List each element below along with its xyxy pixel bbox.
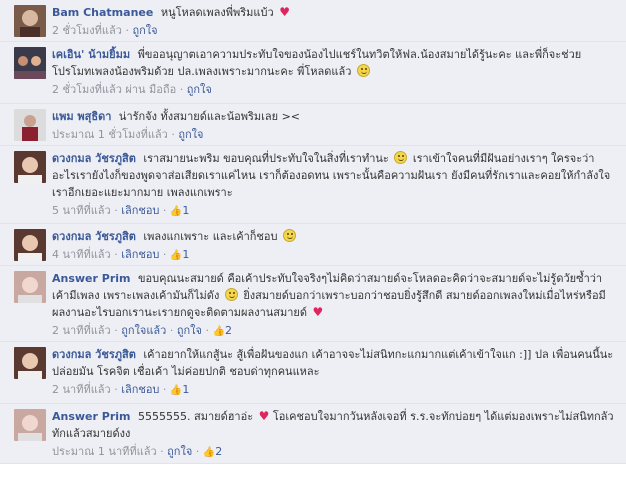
like-count[interactable]: 👍1 — [170, 204, 189, 217]
like-link[interactable]: ถูกใจ — [132, 24, 157, 37]
unlike-link[interactable]: เลิกชอบ — [121, 383, 159, 396]
avatar[interactable] — [14, 151, 46, 183]
avatar[interactable] — [14, 47, 46, 79]
comment-time[interactable]: 2 นาทีที่แล้ว — [52, 383, 111, 396]
thumbs-up-icon: 👍 — [212, 326, 225, 337]
comment: ดวงกมล วัชรภูสิต เพลงแกเพราะ และเค้าก็ชอ… — [0, 224, 626, 266]
comment-author-link[interactable]: ดวงกมล วัชรภูสิต — [52, 348, 136, 361]
comment-time[interactable]: ประมาณ 1 ชั่วโมงที่แล้ว — [52, 128, 168, 141]
thumbs-up-icon: 👍 — [202, 447, 216, 458]
comment-meta: 5 นาทีที่แล้ว · เลิกชอบ · 👍1 — [52, 204, 190, 217]
smiley-icon — [394, 151, 408, 164]
avatar[interactable] — [14, 271, 46, 303]
comment-author-link[interactable]: Answer Prim — [52, 410, 131, 423]
comment-meta: 2 ชั่วโมงที่แล้ว · ถูกใจ — [52, 24, 158, 37]
comment: แพม พสุธิดา น่ารักจัง ทั้งสมายด์และน้อพร… — [0, 104, 626, 146]
comment: Answer Prim ขอบคุณนะสมายด์ คือเค้าประทับ… — [0, 266, 626, 342]
comment-text: เค้าอยากให้แกสู้นะ สู้เพื่อฝันของแก เค้า… — [52, 348, 614, 378]
like-link[interactable]: ถูกใจ — [187, 83, 212, 96]
comment-text: 5555555. สมายด์ฮาอ่ะ — [138, 410, 254, 423]
comment-author-link[interactable]: แพม พสุธิดา — [52, 110, 111, 123]
comment-time[interactable]: 2 ชั่วโมงที่แล้ว ผ่าน มือถือ — [52, 83, 176, 96]
comment-author-link[interactable]: ดวงกมล วัชรภูสิต — [52, 152, 136, 165]
comment-text-continued: โอเคชอบใจมากวันหลังเจอที่ ร.ร.จะทักบ่อยๆ… — [52, 410, 614, 440]
comment-author-link[interactable]: Bam Chatmanee — [52, 6, 153, 19]
smiley-icon — [282, 229, 296, 242]
like-count[interactable]: 👍1 — [170, 383, 189, 396]
comment-meta: 2 นาทีที่แล้ว · เลิกชอบ · 👍1 — [52, 383, 190, 396]
comment: เคเอิน' น้ามยิ้มม พี่ขออนุญาตเอาความประท… — [0, 42, 626, 104]
avatar[interactable] — [14, 5, 46, 37]
smiley-icon — [356, 64, 370, 77]
like-link[interactable]: ถูกใจ — [167, 445, 192, 458]
avatar[interactable] — [14, 347, 46, 379]
avatar[interactable] — [14, 229, 46, 261]
comment-time[interactable]: 5 นาทีที่แล้ว — [52, 204, 111, 217]
liked-link[interactable]: ถูกใจแล้ว — [121, 324, 166, 337]
like-link[interactable]: ถูกใจ — [177, 324, 202, 337]
comment: ดวงกมล วัชรภูสิต เค้าอยากให้แกสู้นะ สู้เ… — [0, 342, 626, 404]
avatar[interactable] — [14, 109, 46, 141]
comment: ดวงกมล วัชรภูสิต เราสมายนะพริม ขอบคุณที่… — [0, 146, 626, 224]
comment-text: น่ารักจัง ทั้งสมายด์และน้อพริมเลย >< — [118, 110, 301, 123]
comment-meta: 2 ชั่วโมงที่แล้ว ผ่าน มือถือ · ถูกใจ — [52, 83, 212, 96]
comment-author-link[interactable]: ดวงกมล วัชรภูสิต — [52, 230, 136, 243]
unlike-link[interactable]: เลิกชอบ — [121, 204, 159, 217]
like-link[interactable]: ถูกใจ — [178, 128, 203, 141]
comment: Bam Chatmanee หนูโหลดเพลงพี่พริมแบ้ว ♥ 2… — [0, 0, 626, 42]
comment-time[interactable]: 2 ชั่วโมงที่แล้ว — [52, 24, 122, 37]
thumbs-up-icon: 👍 — [169, 250, 183, 261]
comment-author-link[interactable]: เคเอิน' น้ามยิ้มม — [52, 48, 130, 61]
comment: Answer Prim 5555555. สมายด์ฮาอ่ะ ♥ โอเคช… — [0, 404, 626, 464]
comment-text: เราสมายนะพริม ขอบคุณที่ประทับใจในสิ่งที่… — [143, 152, 389, 165]
heart-icon: ♥ — [312, 305, 324, 319]
like-count[interactable]: 👍2 — [203, 445, 222, 458]
thumbs-up-icon: 👍 — [169, 385, 183, 396]
comment-list: Bam Chatmanee หนูโหลดเพลงพี่พริมแบ้ว ♥ 2… — [0, 0, 626, 464]
comment-meta: 2 นาทีที่แล้ว · ถูกใจแล้ว · ถูกใจ · 👍2 — [52, 324, 232, 337]
comment-text: พี่ขออนุญาตเอาความประทับใจของน้องไปแชร์ใ… — [52, 48, 582, 78]
comment-time[interactable]: 2 นาทีที่แล้ว — [52, 324, 111, 337]
heart-icon: ♥ — [258, 409, 270, 423]
smiley-icon — [224, 288, 238, 301]
comment-time[interactable]: 4 นาทีที่แล้ว — [52, 248, 111, 261]
comment-time[interactable]: ประมาณ 1 นาทีที่แล้ว — [52, 445, 157, 458]
comment-text: เพลงแกเพราะ และเค้าก็ชอบ — [143, 230, 278, 243]
comment-author-link[interactable]: Answer Prim — [52, 272, 131, 285]
like-count[interactable]: 👍1 — [170, 248, 189, 261]
comment-meta: ประมาณ 1 ชั่วโมงที่แล้ว · ถูกใจ — [52, 128, 204, 141]
like-count[interactable]: 👍2 — [213, 324, 232, 337]
avatar[interactable] — [14, 409, 46, 441]
unlike-link[interactable]: เลิกชอบ — [121, 248, 159, 261]
comment-meta: ประมาณ 1 นาทีที่แล้ว · ถูกใจ · 👍2 — [52, 445, 223, 458]
comment-text: หนูโหลดเพลงพี่พริมแบ้ว — [160, 6, 274, 19]
heart-icon: ♥ — [279, 5, 290, 19]
comment-meta: 4 นาทีที่แล้ว · เลิกชอบ · 👍1 — [52, 248, 190, 261]
thumbs-up-icon: 👍 — [169, 206, 183, 217]
